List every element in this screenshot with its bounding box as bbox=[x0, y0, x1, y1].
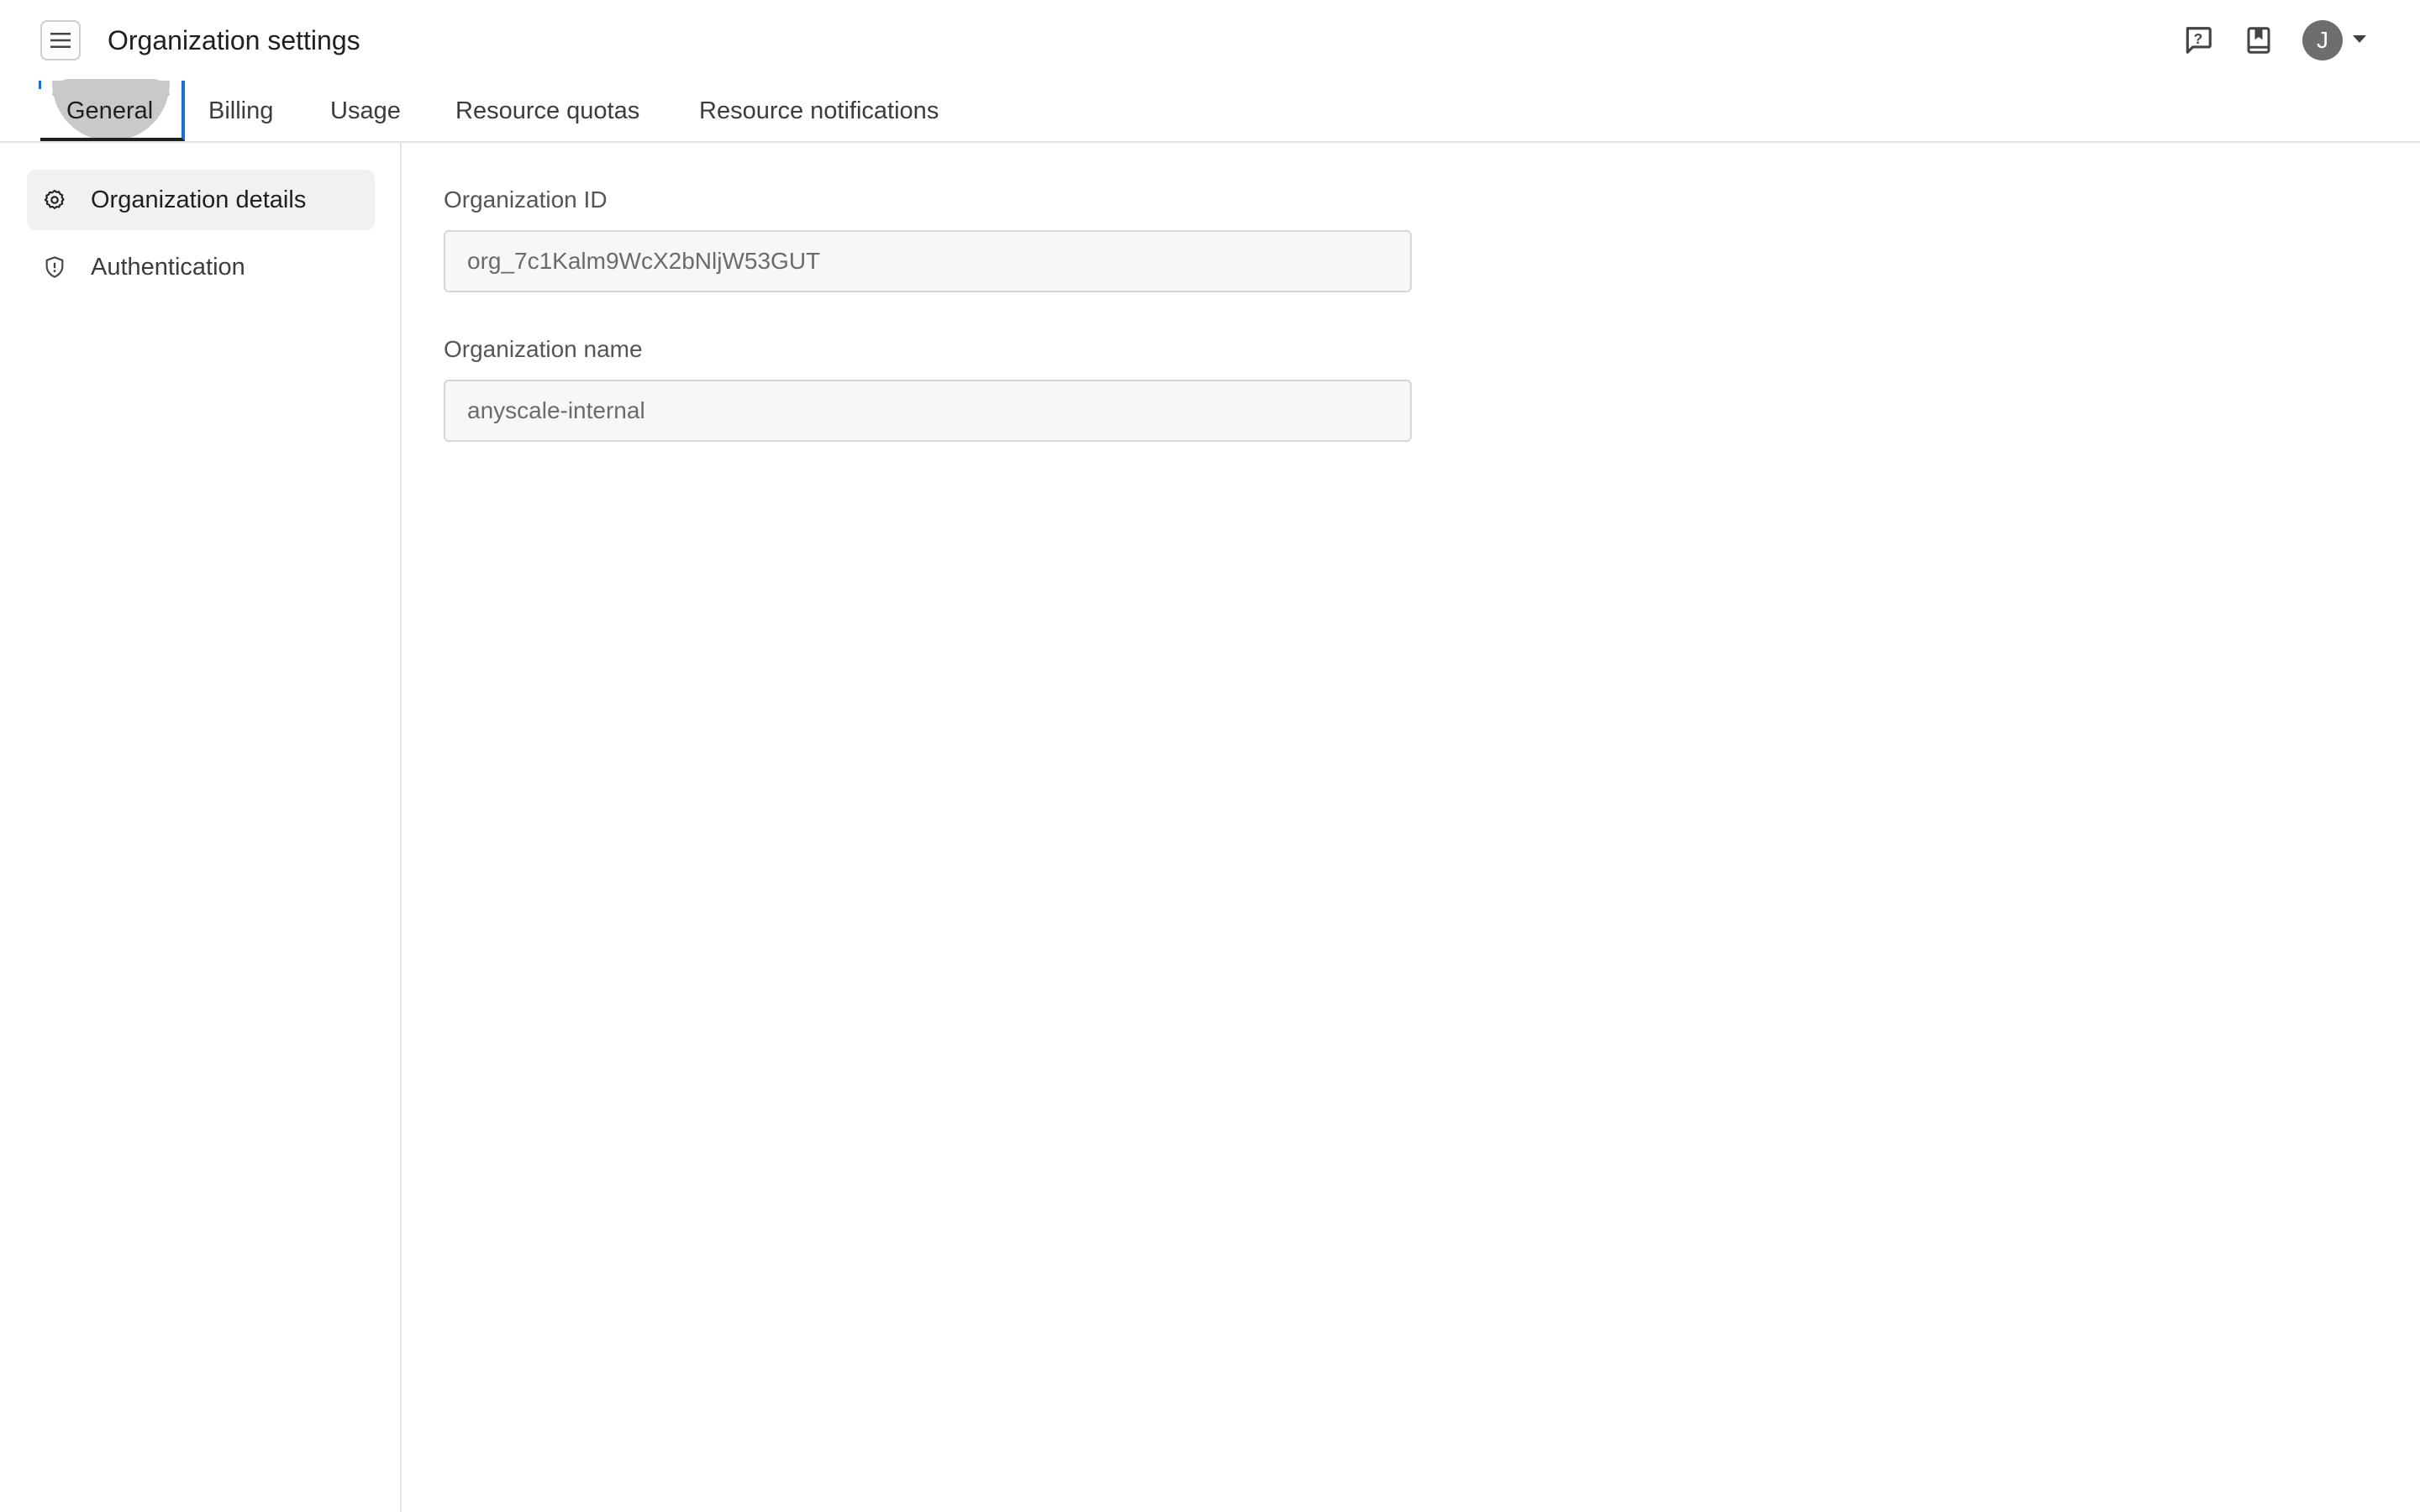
hamburger-menu-icon bbox=[50, 33, 71, 48]
help-button[interactable]: ? bbox=[2180, 22, 2217, 59]
tab-resource-quotas[interactable]: Resource quotas bbox=[455, 81, 639, 141]
chevron-down-icon[interactable] bbox=[2353, 35, 2366, 43]
shield-icon bbox=[42, 255, 67, 280]
org-id-field[interactable] bbox=[444, 230, 1412, 292]
app-header: Organization settings ? J bbox=[0, 0, 2420, 81]
tab-billing[interactable]: Billing bbox=[208, 81, 273, 141]
sidebar-item-authentication[interactable]: Authentication bbox=[27, 237, 375, 297]
sidebar-item-label: Organization details bbox=[91, 186, 307, 213]
settings-tabs: General Billing Usage Resource quotas Re… bbox=[0, 79, 2420, 143]
tab-resource-notifications[interactable]: Resource notifications bbox=[699, 81, 939, 141]
help-chat-icon: ? bbox=[2186, 27, 2212, 54]
tab-usage[interactable]: Usage bbox=[330, 81, 401, 141]
org-id-label: Organization ID bbox=[444, 186, 608, 213]
page-title: Organization settings bbox=[108, 25, 360, 55]
menu-button[interactable] bbox=[40, 20, 81, 60]
settings-sidebar: Organization details Authentication bbox=[0, 143, 402, 1512]
sidebar-item-label: Authentication bbox=[91, 253, 245, 281]
user-avatar[interactable]: J bbox=[2302, 20, 2343, 60]
gear-icon bbox=[42, 187, 67, 213]
org-name-field[interactable] bbox=[444, 380, 1412, 442]
svg-text:?: ? bbox=[2194, 30, 2203, 47]
docs-button[interactable] bbox=[2240, 22, 2277, 59]
bookmark-book-icon bbox=[2247, 27, 2270, 54]
org-name-label: Organization name bbox=[444, 336, 643, 362]
sidebar-item-organization-details[interactable]: Organization details bbox=[27, 170, 375, 230]
tab-general[interactable]: General bbox=[66, 81, 153, 141]
